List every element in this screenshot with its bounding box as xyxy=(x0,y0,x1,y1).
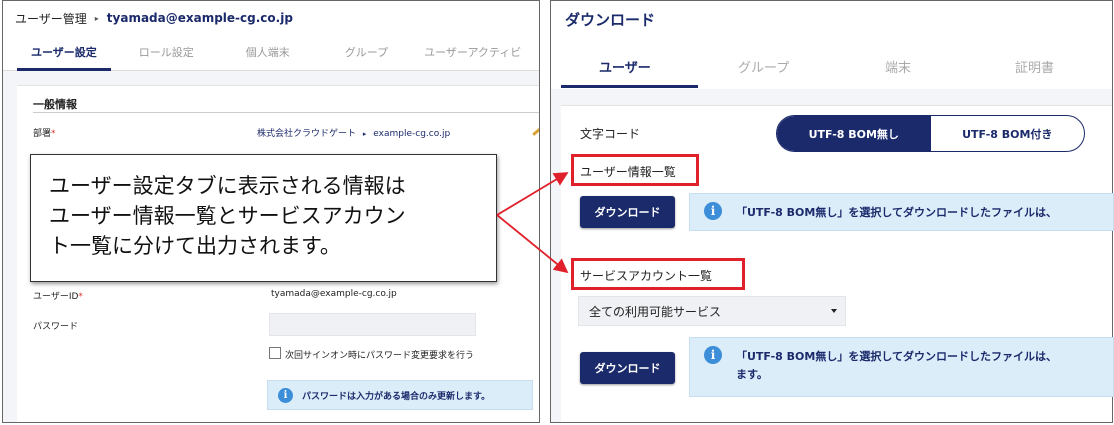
section-title: 一般情報 xyxy=(33,98,77,111)
password-info-text: パスワードは入力がある場合のみ更新します。 xyxy=(302,391,491,402)
tab-user-settings[interactable]: ユーザー設定 xyxy=(17,44,111,71)
user-list-info-text: 「UTF-8 BOM無し」を選択してダウンロードしたファイルは、 xyxy=(736,206,1058,219)
user-tabs: ユーザー設定 ロール設定 個人端末 グループ ユーザーアクティビ xyxy=(3,35,539,71)
download-service-list-button[interactable]: ダウンロード xyxy=(580,352,675,384)
download-user-list-button[interactable]: ダウンロード xyxy=(580,196,675,228)
charset-toggle[interactable]: UTF-8 BOM無し UTF-8 BOM付き xyxy=(776,115,1085,152)
breadcrumb-root[interactable]: ユーザー管理 xyxy=(15,10,87,27)
department-value[interactable]: 株式会社クラウドゲート ▸ example-cg.co.jp xyxy=(257,126,450,139)
tab-groups[interactable]: グループ xyxy=(738,57,789,76)
password-change-checkbox-label: 次回サインオン時にパスワード変更要求を行う xyxy=(285,351,475,361)
callout-line-2: ユーザー情報一覧とサービスアカウン xyxy=(49,204,406,228)
user-list-label: ユーザー情報一覧 xyxy=(580,165,676,179)
service-list-info-box: i 「UTF-8 BOM無し」を選択してダウンロードしたファイルは、 ます。 xyxy=(689,337,1114,397)
password-info-box: i パスワードは入力がある場合のみ更新します。 xyxy=(267,380,533,410)
breadcrumb-arrow-icon: ▸ xyxy=(94,13,99,23)
tab-personal-devices[interactable]: 個人端末 xyxy=(246,44,290,70)
tab-users[interactable]: ユーザー xyxy=(599,57,651,76)
userid-value: tyamada@example-cg.co.jp xyxy=(271,289,397,299)
department-label: 部署* xyxy=(33,129,56,139)
charset-option-no-bom[interactable]: UTF-8 BOM無し xyxy=(777,116,931,151)
section-divider xyxy=(33,112,539,113)
breadcrumb-arrow-icon: ▸ xyxy=(362,130,367,138)
tab-user-activity[interactable]: ユーザーアクティビ xyxy=(424,44,521,70)
charset-option-with-bom[interactable]: UTF-8 BOM付き xyxy=(931,116,1085,151)
breadcrumb: ユーザー管理 ▸ tyamada@example-cg.co.jp xyxy=(3,1,539,35)
service-select[interactable]: 全ての利用可能サービス xyxy=(578,296,846,326)
tab-role-settings[interactable]: ロール設定 xyxy=(139,44,194,70)
tab-groups[interactable]: グループ xyxy=(345,44,388,70)
callout-line-1: ユーザー設定タブに表示される情報は xyxy=(49,174,406,198)
tab-devices[interactable]: 端末 xyxy=(885,57,911,76)
info-icon: i xyxy=(704,202,722,220)
caret-down-icon xyxy=(831,309,837,313)
callout-line-3: ト一覧に分けて出力されます。 xyxy=(49,234,341,258)
password-label: パスワード xyxy=(33,322,79,332)
service-list-label: サービスアカウント一覧 xyxy=(580,269,713,283)
service-list-info-text-2: ます。 xyxy=(736,368,768,381)
info-icon: i xyxy=(278,387,293,403)
tab-certificates[interactable]: 証明書 xyxy=(1015,57,1054,76)
user-list-info-box: i 「UTF-8 BOM無し」を選択してダウンロードしたファイルは、 xyxy=(689,193,1114,231)
service-list-info-text: 「UTF-8 BOM無し」を選択してダウンロードしたファイルは、 xyxy=(736,350,1058,363)
info-icon: i xyxy=(704,346,722,364)
password-input[interactable] xyxy=(269,313,476,336)
charset-label: 文字コード xyxy=(580,127,641,141)
userid-label: ユーザーID* xyxy=(33,292,83,302)
password-change-checkbox[interactable] xyxy=(269,347,281,359)
explanation-callout: ユーザー設定タブに表示される情報は ユーザー情報一覧とサービスアカウン ト一覧に… xyxy=(30,154,497,282)
pencil-icon[interactable] xyxy=(532,127,539,136)
breadcrumb-user: tyamada@example-cg.co.jp xyxy=(106,11,293,25)
service-select-value: 全ての利用可能サービス xyxy=(589,304,722,319)
page-title: ダウンロード xyxy=(551,1,1112,41)
active-tab-indicator xyxy=(561,85,698,88)
